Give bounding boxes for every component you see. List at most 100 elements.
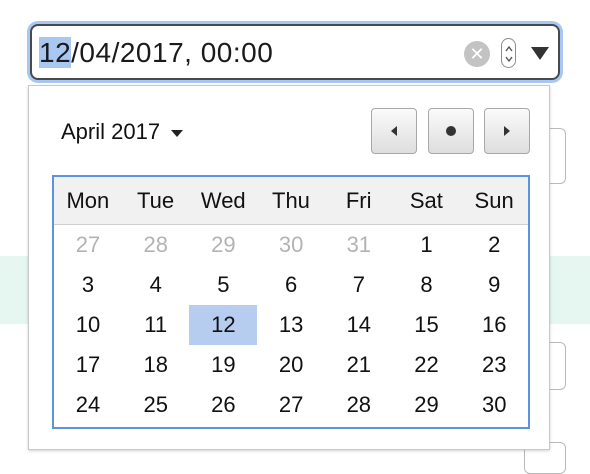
day-cell[interactable]: 25 — [122, 385, 190, 425]
day-cell[interactable]: 15 — [393, 305, 461, 345]
day-number: 29 — [211, 232, 236, 257]
next-month-button[interactable] — [484, 108, 530, 154]
day-cell[interactable]: 27 — [54, 225, 122, 266]
day-number: 28 — [346, 392, 372, 417]
weekday-header: Wed — [189, 177, 258, 225]
day-cell[interactable]: 11 — [122, 305, 190, 345]
calendar-grid: Mon Tue Wed Thu Fri Sat Sun 27 28 29 30 31 1 2… — [52, 175, 530, 429]
day-number: 6 — [284, 272, 298, 297]
month-year-label: April 2017 — [61, 119, 161, 144]
day-cell[interactable]: 6 — [257, 265, 325, 305]
day-cell[interactable]: 28 — [122, 225, 190, 266]
day-number: 30 — [481, 392, 507, 417]
day-number: 12 — [189, 305, 258, 345]
week-row: 3 4 5 6 7 8 9 — [54, 265, 528, 305]
day-number: 16 — [481, 312, 507, 337]
day-number: 2 — [488, 232, 501, 257]
day-cell[interactable]: 3 — [54, 265, 122, 305]
day-cell[interactable]: 27 — [257, 385, 325, 425]
today-button[interactable] — [428, 108, 474, 154]
week-row: 10 11 12 13 14 15 16 — [54, 305, 528, 345]
day-number: 3 — [81, 272, 95, 297]
day-number: 27 — [75, 232, 101, 257]
spin-arrows-icon[interactable] — [504, 43, 514, 65]
weekday-header: Fri — [324, 177, 393, 225]
day-cell[interactable]: 28 — [325, 385, 393, 425]
day-number: 4 — [149, 272, 162, 297]
day-cell[interactable]: 30 — [257, 225, 325, 266]
day-number: 5 — [217, 272, 230, 297]
day-cell[interactable]: 18 — [122, 345, 190, 385]
day-cell[interactable]: 2 — [460, 225, 528, 266]
day-cell[interactable]: 8 — [393, 265, 461, 305]
day-number: 8 — [420, 272, 433, 297]
day-cell[interactable]: 9 — [460, 265, 528, 305]
day-number: 26 — [211, 392, 236, 417]
day-cell[interactable]: 31 — [325, 225, 393, 266]
weekday-header: Sat — [392, 177, 461, 225]
day-cell[interactable]: 29 — [393, 385, 461, 425]
day-number: 15 — [414, 312, 439, 337]
day-cell[interactable]: 7 — [325, 265, 393, 305]
day-number: 7 — [352, 272, 365, 297]
day-cell[interactable]: 16 — [460, 305, 528, 345]
day-number: 19 — [211, 352, 236, 377]
day-number: 22 — [414, 352, 439, 377]
day-number: 31 — [346, 232, 372, 257]
day-cell[interactable]: 24 — [54, 385, 122, 425]
datetime-input[interactable]: 12/04/2017, 00:00 ✕ — [30, 24, 560, 80]
weekday-header: Thu — [257, 177, 325, 225]
day-cell[interactable]: 21 — [325, 345, 393, 385]
week-row: 27 28 29 30 31 1 2 — [54, 225, 528, 266]
day-number: 18 — [143, 352, 168, 377]
dropdown-arrow-icon[interactable] — [530, 45, 550, 61]
day-cell[interactable]: 13 — [257, 305, 325, 345]
week-row: 17 18 19 20 21 22 23 — [54, 345, 528, 385]
day-number: 14 — [346, 312, 372, 337]
day-number: 28 — [143, 232, 168, 257]
day-cell[interactable]: 19 — [189, 345, 257, 385]
day-cell[interactable]: 14 — [325, 305, 393, 345]
triangle-right-icon — [504, 126, 510, 136]
day-cell[interactable]: 22 — [393, 345, 461, 385]
clear-icon[interactable]: ✕ — [464, 41, 490, 67]
weekday-header: Tue — [121, 177, 190, 225]
day-cell[interactable]: 23 — [460, 345, 528, 385]
datetime-value[interactable]: 12/04/2017, 00:00 — [39, 37, 273, 69]
weekday-header: Sun — [460, 177, 528, 225]
dot-icon — [446, 126, 456, 136]
day-number: 25 — [143, 392, 168, 417]
day-number: 23 — [481, 352, 507, 377]
day-number: 30 — [278, 232, 304, 257]
weekday-header-row: Mon Tue Wed Thu Fri Sat Sun — [54, 177, 528, 225]
day-number: 20 — [278, 352, 304, 377]
month-year-select[interactable]: April 2017 — [61, 119, 184, 145]
previous-month-button[interactable] — [371, 108, 417, 154]
day-number: 13 — [278, 312, 304, 337]
day-cell[interactable]: 29 — [189, 225, 257, 266]
day-cell-selected[interactable]: 12 — [189, 305, 258, 345]
day-number: 24 — [75, 392, 101, 417]
day-number: 10 — [75, 312, 101, 337]
day-cell[interactable]: 10 — [54, 305, 122, 345]
day-cell[interactable]: 20 — [257, 345, 325, 385]
day-number: 11 — [144, 312, 168, 337]
day-number: 29 — [414, 392, 439, 417]
day-number: 1 — [420, 232, 433, 257]
day-cell[interactable]: 1 — [393, 225, 461, 266]
day-number: 17 — [75, 352, 101, 377]
day-cell[interactable]: 5 — [189, 265, 257, 305]
weekday-header: Mon — [54, 177, 122, 225]
day-number: 21 — [346, 352, 372, 377]
calendar-popup: April 2017 Mon Tue Wed Thu Fri Sat Sun 2… — [28, 85, 550, 450]
day-cell[interactable]: 17 — [54, 345, 122, 385]
day-number: 9 — [488, 272, 501, 297]
caret-down-icon — [171, 129, 184, 137]
day-cell[interactable]: 26 — [189, 385, 257, 425]
triangle-left-icon — [391, 126, 397, 136]
day-cell[interactable]: 4 — [122, 265, 190, 305]
spin-buttons[interactable] — [501, 38, 516, 68]
day-cell[interactable]: 30 — [460, 385, 528, 425]
day-segment[interactable]: 12 — [39, 37, 72, 68]
datetime-rest[interactable]: /04/2017, 00:00 — [71, 37, 273, 68]
